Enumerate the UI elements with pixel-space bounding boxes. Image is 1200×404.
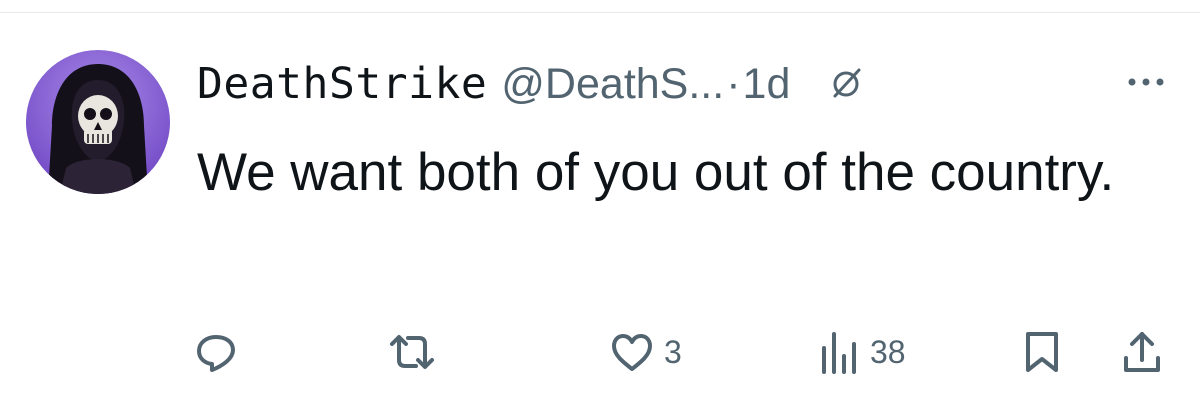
tweet-actions: 3 38	[0, 322, 1200, 382]
author-handle[interactable]: @DeathS...	[501, 60, 724, 109]
like-count: 3	[664, 333, 682, 370]
share-icon	[1124, 332, 1160, 372]
author-display-name[interactable]: DeathStrike	[197, 59, 487, 109]
repost-icon	[390, 335, 434, 369]
hooded-skull-avatar-image	[26, 50, 170, 194]
top-divider	[0, 12, 1200, 13]
reply-icon	[197, 335, 235, 372]
share-button[interactable]	[1118, 322, 1166, 382]
reply-button[interactable]	[192, 322, 248, 382]
more-options-icon[interactable]	[1122, 62, 1170, 102]
tweet-header: DeathStrike @DeathS... · 1d	[197, 52, 864, 116]
separator-dot: ·	[726, 59, 741, 108]
repost-button[interactable]	[384, 322, 448, 382]
grok-icon[interactable]	[828, 66, 864, 102]
views-button[interactable]: 38	[818, 322, 906, 382]
tweet-text: We want both of you out of the country.	[197, 143, 1115, 202]
views-count: 38	[870, 333, 906, 370]
views-icon	[822, 332, 856, 374]
timestamp[interactable]: 1d	[743, 60, 791, 109]
bookmark-icon	[1026, 332, 1058, 372]
heart-icon	[612, 334, 652, 371]
bookmark-button[interactable]	[1020, 322, 1064, 382]
like-button[interactable]: 3	[608, 322, 682, 382]
avatar[interactable]	[26, 50, 170, 194]
